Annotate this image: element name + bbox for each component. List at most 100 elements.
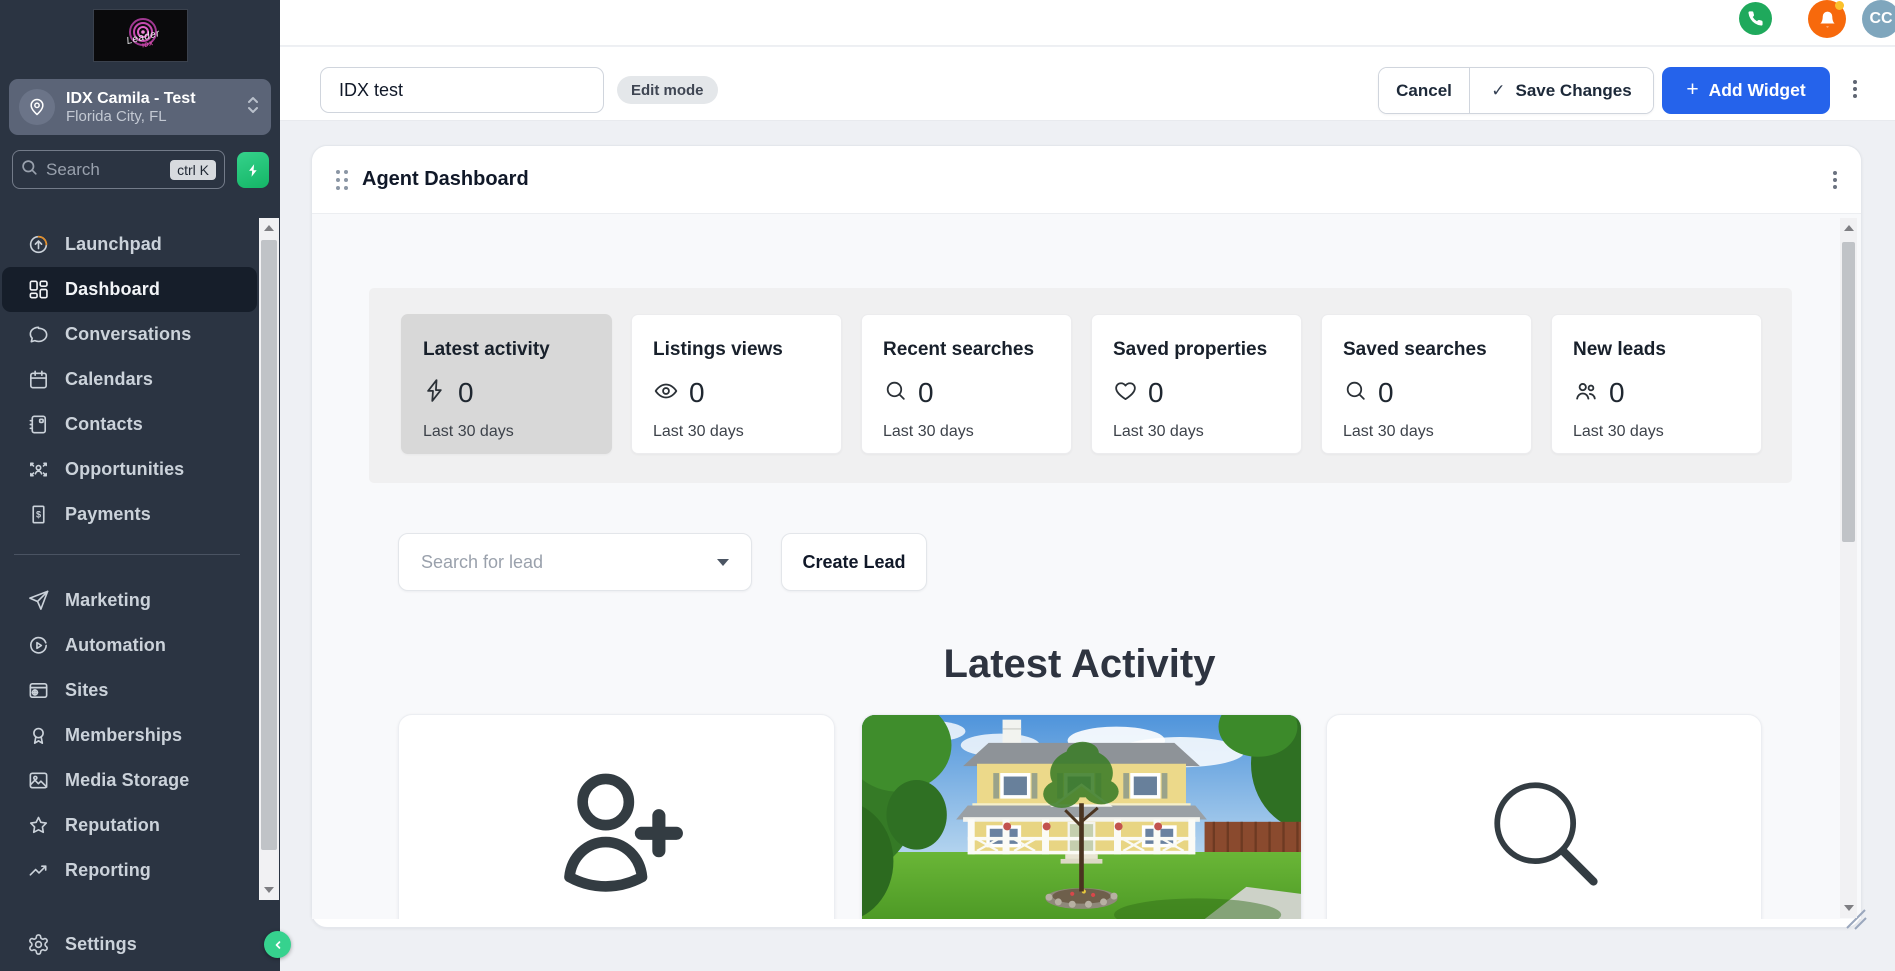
sidebar-item-media-storage[interactable]: Media Storage [0, 758, 259, 803]
widget-scrollbar-thumb[interactable] [1842, 242, 1855, 542]
location-pin-icon [19, 89, 55, 125]
cancel-button[interactable]: Cancel [1379, 68, 1469, 113]
eye-icon [653, 378, 679, 409]
account-switcher[interactable]: IDX Camila - Test Florida City, FL [9, 79, 271, 135]
sidebar-item-label: Conversations [65, 324, 192, 344]
sidebar-item-settings[interactable]: Settings [0, 922, 259, 967]
create-lead-button[interactable]: Create Lead [781, 533, 927, 591]
award-ribbon-icon [26, 724, 50, 748]
search-icon [1343, 378, 1368, 408]
stat-value: 0 [1378, 377, 1394, 408]
widget-overflow-menu[interactable] [1833, 170, 1837, 189]
activity-card-search[interactable] [1326, 714, 1762, 919]
svg-text:$: $ [35, 509, 40, 519]
agent-dashboard-widget: Agent Dashboard Latest activity 0 Last 3… [311, 145, 1867, 930]
top-header-band: CC [280, 0, 1895, 46]
chat-bubble-icon [26, 323, 50, 347]
sidebar-item-sites[interactable]: Sites [0, 668, 259, 713]
scroll-up-button[interactable] [259, 218, 279, 238]
paper-plane-icon [26, 589, 50, 613]
scroll-down-button[interactable] [1840, 898, 1857, 918]
stat-label: Latest activity [423, 339, 550, 360]
play-circle-icon [26, 634, 50, 658]
scroll-down-button[interactable] [259, 880, 279, 900]
sidebar: Leader IDX IDX Camila - Test Florida City… [0, 0, 280, 971]
sidebar-search[interactable]: ctrl K [12, 150, 225, 189]
sidebar-item-label: Sites [65, 680, 109, 700]
app-logo: Leader IDX [93, 9, 188, 62]
logo-spiral-icon: Leader IDX [119, 14, 163, 58]
sidebar-item-opportunities[interactable]: Opportunities [0, 447, 259, 492]
opportunities-icon [26, 458, 50, 482]
notifications-button[interactable] [1808, 0, 1846, 38]
trending-up-icon [26, 859, 50, 883]
check-icon: ✓ [1491, 80, 1506, 100]
stat-label: Saved properties [1113, 339, 1268, 360]
sidebar-scrollbar-thumb[interactable] [261, 240, 277, 850]
toolbar-overflow-menu[interactable] [1853, 80, 1857, 98]
sidebar-item-marketing[interactable]: Marketing [0, 578, 259, 623]
stat-card-listings-views[interactable]: Listings views 0 Last 30 days [631, 314, 842, 454]
sidebar-item-launchpad[interactable]: Launchpad [0, 222, 259, 267]
sidebar-item-dashboard[interactable]: Dashboard [2, 267, 257, 312]
phone-button[interactable] [1739, 2, 1772, 35]
lead-search-input[interactable] [421, 551, 717, 573]
stat-value: 0 [1609, 377, 1625, 408]
search-input[interactable] [46, 159, 156, 180]
sidebar-item-automation[interactable]: Automation [0, 623, 259, 668]
sidebar-item-label: Settings [65, 934, 137, 954]
save-changes-label: Save Changes [1515, 80, 1632, 100]
add-widget-label: Add Widget [1708, 80, 1806, 100]
sidebar-item-payments[interactable]: $ Payments [0, 492, 259, 537]
activity-card-property[interactable] [861, 714, 1302, 919]
activity-card-add-lead[interactable] [398, 714, 835, 919]
sidebar-item-label: Memberships [65, 725, 183, 745]
app-root: Leader IDX IDX Camila - Test Florida City… [0, 0, 1895, 971]
people-icon [1573, 378, 1599, 409]
sidebar-item-label: Marketing [65, 590, 151, 610]
stat-value: 0 [458, 377, 474, 408]
drag-handle-icon[interactable] [336, 169, 348, 190]
scroll-up-button[interactable] [1840, 218, 1857, 238]
sidebar-item-reporting[interactable]: Reporting [0, 848, 259, 893]
sidebar-scrollbar[interactable] [259, 218, 279, 900]
stat-period: Last 30 days [653, 423, 744, 440]
add-widget-button[interactable]: + Add Widget [1662, 67, 1830, 114]
stat-period: Last 30 days [423, 423, 514, 440]
account-text: IDX Camila - Test Florida City, FL [66, 89, 245, 126]
chevron-up-down-icon [245, 94, 261, 121]
notification-badge [1835, 1, 1844, 10]
stat-card-new-leads[interactable]: New leads 0 Last 30 days [1551, 314, 1762, 454]
dashboard-toolbar: Edit mode Cancel ✓ Save Changes + Add Wi… [280, 47, 1895, 121]
lead-search-select[interactable] [398, 533, 752, 591]
sidebar-item-reputation[interactable]: Reputation [0, 803, 259, 848]
quick-actions-button[interactable] [237, 152, 269, 188]
calendar-icon [26, 368, 50, 392]
stat-card-saved-properties[interactable]: Saved properties 0 Last 30 days [1091, 314, 1302, 454]
stat-card-saved-searches[interactable]: Saved searches 0 Last 30 days [1321, 314, 1532, 454]
sidebar-nav-settings: Settings [0, 922, 259, 967]
widget-scrollbar[interactable] [1840, 218, 1857, 918]
dashboard-name-input[interactable] [320, 67, 604, 113]
stat-card-latest-activity[interactable]: Latest activity 0 Last 30 days [401, 314, 612, 454]
sidebar-item-contacts[interactable]: Contacts [0, 402, 259, 447]
save-changes-button[interactable]: ✓ Save Changes [1469, 68, 1653, 113]
sidebar-collapse-button[interactable] [264, 931, 291, 958]
sidebar-item-label: Dashboard [65, 279, 160, 299]
sidebar-item-memberships[interactable]: Memberships [0, 713, 259, 758]
search-shortcut-badge: ctrl K [170, 159, 216, 180]
stat-card-recent-searches[interactable]: Recent searches 0 Last 30 days [861, 314, 1072, 454]
sidebar-item-conversations[interactable]: Conversations [0, 312, 259, 357]
widget-body: Latest activity 0 Last 30 days Listings … [312, 214, 1861, 919]
gear-icon [26, 933, 50, 957]
search-icon [883, 378, 908, 408]
sidebar-item-calendars[interactable]: Calendars [0, 357, 259, 402]
stat-label: New leads [1573, 339, 1666, 360]
sidebar-item-label: Reporting [65, 860, 151, 880]
avatar[interactable]: CC [1862, 0, 1895, 38]
widget-title: Agent Dashboard [362, 168, 529, 190]
widget-header: Agent Dashboard [312, 146, 1861, 214]
sidebar-nav-secondary: Marketing Automation Sites Memberships M… [0, 578, 259, 893]
launchpad-icon [26, 233, 50, 257]
stats-strip: Latest activity 0 Last 30 days Listings … [369, 288, 1792, 483]
